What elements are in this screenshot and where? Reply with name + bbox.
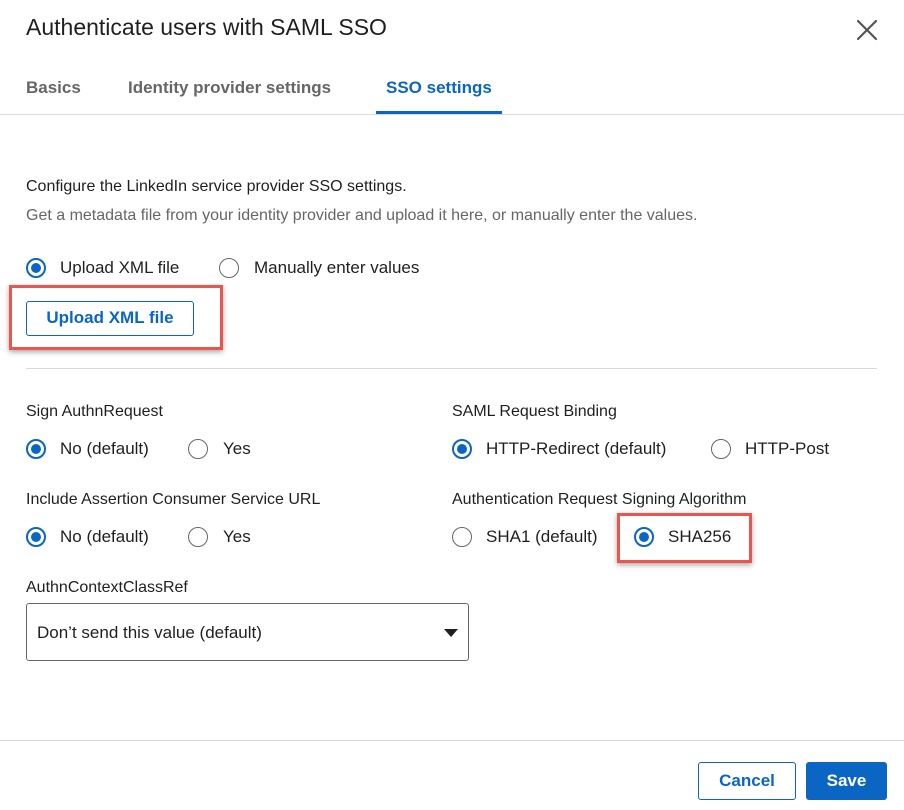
manual-values-radio-label[interactable]: Manually enter values — [254, 258, 419, 278]
include-acs-no-radio[interactable] — [26, 527, 46, 547]
intro-description: Get a metadata file from your identity p… — [26, 207, 698, 224]
sign-authn-yes-radio[interactable] — [188, 439, 208, 459]
binding-redirect-radio[interactable] — [452, 439, 472, 459]
binding-redirect-label[interactable]: HTTP-Redirect (default) — [486, 439, 666, 459]
active-tab-indicator — [376, 111, 502, 114]
sign-authn-yes-label[interactable]: Yes — [223, 439, 251, 459]
manual-values-radio[interactable] — [219, 258, 239, 278]
binding-post-label[interactable]: HTTP-Post — [745, 439, 829, 459]
sha1-label[interactable]: SHA1 (default) — [486, 527, 598, 547]
include-acs-no-label[interactable]: No (default) — [60, 527, 149, 547]
authn-context-select[interactable]: Don’t send this value (default) — [26, 603, 469, 661]
footer-divider — [0, 740, 904, 741]
sign-authn-no-label[interactable]: No (default) — [60, 439, 149, 459]
close-icon[interactable] — [853, 16, 881, 44]
tab-identity-provider-settings[interactable]: Identity provider settings — [128, 78, 331, 98]
close-button[interactable] — [853, 16, 881, 44]
page-title: Authenticate users with SAML SSO — [26, 14, 387, 40]
sha1-radio[interactable] — [452, 527, 472, 547]
signing-algorithm-label: Authentication Request Signing Algorithm — [452, 491, 747, 508]
sha256-label[interactable]: SHA256 — [668, 527, 731, 547]
save-button[interactable]: Save — [806, 762, 887, 800]
upload-xml-radio[interactable] — [26, 258, 46, 278]
intro-heading: Configure the LinkedIn service provider … — [26, 178, 407, 195]
upload-xml-radio-label[interactable]: Upload XML file — [60, 258, 179, 278]
caret-down-icon — [444, 629, 458, 637]
include-acs-yes-label[interactable]: Yes — [223, 527, 251, 547]
sign-authn-no-radio[interactable] — [26, 439, 46, 459]
include-acs-label: Include Assertion Consumer Service URL — [26, 491, 321, 508]
upload-xml-button[interactable]: Upload XML file — [26, 301, 194, 336]
cancel-button[interactable]: Cancel — [698, 762, 796, 800]
tab-basics[interactable]: Basics — [26, 78, 81, 98]
sign-authn-label: Sign AuthnRequest — [26, 403, 163, 420]
section-divider — [26, 368, 877, 369]
authn-context-label: AuthnContextClassRef — [26, 579, 188, 596]
include-acs-yes-radio[interactable] — [188, 527, 208, 547]
tab-bar: Basics Identity provider settings SSO se… — [0, 66, 904, 115]
sha256-radio[interactable] — [634, 527, 654, 547]
tab-sso-settings[interactable]: SSO settings — [386, 78, 492, 98]
request-binding-label: SAML Request Binding — [452, 403, 617, 420]
authn-context-value: Don’t send this value (default) — [37, 623, 262, 642]
binding-post-radio[interactable] — [711, 439, 731, 459]
